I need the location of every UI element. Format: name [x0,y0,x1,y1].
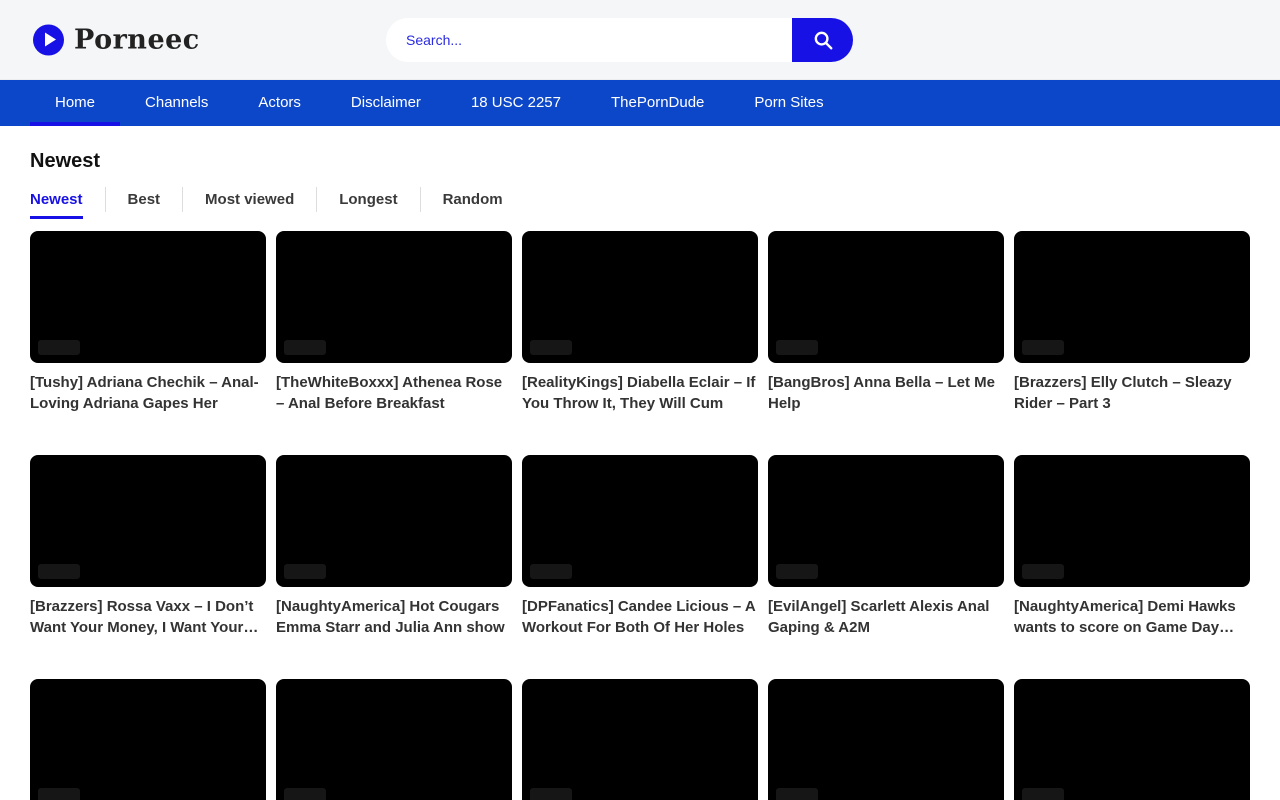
tab[interactable]: Longest [317,187,420,212]
video-thumbnail[interactable] [1014,231,1250,363]
duration-badge [776,340,818,355]
duration-badge [1022,564,1064,579]
video-title[interactable]: [NaughtyAmerica] Hot Cougars Emma Starr … [276,596,512,638]
video-thumbnail[interactable] [1014,679,1250,800]
video-card [276,679,512,800]
nav-list: Home Channels Actors Disclaimer 18 USC 2… [0,80,1280,126]
video-title[interactable]: [BangBros] Anna Bella – Let Me Help [768,372,1004,414]
video-title[interactable]: [NaughtyAmerica] Demi Hawks wants to sco… [1014,596,1250,638]
duration-badge [284,340,326,355]
duration-badge [38,788,80,800]
video-title[interactable]: [Brazzers] Elly Clutch – Sleazy Rider – … [1014,372,1250,414]
duration-badge [38,564,80,579]
video-card: [Brazzers] Elly Clutch – Sleazy Rider – … [1014,231,1250,414]
duration-badge [530,564,572,579]
video-title[interactable]: [TheWhiteBoxxx] Athenea Rose – Anal Befo… [276,372,512,414]
nav-item[interactable]: Home [30,80,120,126]
main-nav: Home Channels Actors Disclaimer 18 USC 2… [0,80,1280,126]
video-thumbnail[interactable] [768,231,1004,363]
tab[interactable]: Newest [30,187,106,212]
video-card [1014,679,1250,800]
video-thumbnail[interactable] [276,455,512,587]
video-thumbnail[interactable] [768,455,1004,587]
video-card: [NaughtyAmerica] Hot Cougars Emma Starr … [276,455,512,638]
search-form [386,18,853,62]
video-card: [Brazzers] Rossa Vaxx – I Don’t Want You… [30,455,266,638]
video-thumbnail[interactable] [30,231,266,363]
video-title[interactable]: [DPFanatics] Candee Licious – A Workout … [522,596,758,638]
nav-item[interactable]: ThePornDude [586,80,729,126]
duration-badge [284,564,326,579]
logo[interactable]: Porneec [33,24,200,55]
video-card: [TheWhiteBoxxx] Athenea Rose – Anal Befo… [276,231,512,414]
nav-item[interactable]: Disclaimer [326,80,446,126]
video-card: [Tushy] Adriana Chechik – Anal-Loving Ad… [30,231,266,414]
duration-badge [1022,788,1064,800]
search-button[interactable] [792,18,853,62]
video-card: [BangBros] Anna Bella – Let Me Help [768,231,1004,414]
video-thumbnail[interactable] [30,679,266,800]
duration-badge [530,340,572,355]
nav-item[interactable]: Channels [120,80,233,126]
brand-name: Porneec [74,24,200,55]
site-header: Porneec [0,0,1280,80]
tab[interactable]: Random [421,187,525,212]
video-grid: [Tushy] Adriana Chechik – Anal-Loving Ad… [30,231,1250,800]
nav-item[interactable]: Actors [233,80,326,126]
video-title[interactable]: [EvilAngel] Scarlett Alexis Anal Gaping … [768,596,1004,638]
video-card: [DPFanatics] Candee Licious – A Workout … [522,455,758,638]
duration-badge [530,788,572,800]
main-content: Newest Newest Best Most viewed Longest R… [0,150,1280,800]
sort-tabs: Newest Best Most viewed Longest Random [30,187,1250,212]
page-title: Newest [30,150,1250,173]
tab[interactable]: Most viewed [183,187,317,212]
video-title[interactable]: [Brazzers] Rossa Vaxx – I Don’t Want You… [30,596,266,638]
video-card [768,679,1004,800]
duration-badge [1022,340,1064,355]
duration-badge [38,340,80,355]
video-title[interactable]: [Tushy] Adriana Chechik – Anal-Loving Ad… [30,372,266,414]
search-icon [812,29,834,51]
video-thumbnail[interactable] [522,231,758,363]
video-card: [NaughtyAmerica] Demi Hawks wants to sco… [1014,455,1250,638]
video-card [30,679,266,800]
play-icon [33,24,64,55]
duration-badge [776,788,818,800]
video-thumbnail[interactable] [1014,455,1250,587]
video-card: [RealityKings] Diabella Eclair – If You … [522,231,758,414]
video-thumbnail[interactable] [522,679,758,800]
nav-item[interactable]: 18 USC 2257 [446,80,586,126]
video-thumbnail[interactable] [768,679,1004,800]
video-card [522,679,758,800]
duration-badge [284,788,326,800]
video-thumbnail[interactable] [276,231,512,363]
video-thumbnail[interactable] [30,455,266,587]
tab[interactable]: Best [106,187,184,212]
video-title[interactable]: [RealityKings] Diabella Eclair – If You … [522,372,758,414]
video-card: [EvilAngel] Scarlett Alexis Anal Gaping … [768,455,1004,638]
video-thumbnail[interactable] [522,455,758,587]
nav-item[interactable]: Porn Sites [729,80,848,126]
search-input[interactable] [386,18,792,62]
duration-badge [776,564,818,579]
video-thumbnail[interactable] [276,679,512,800]
